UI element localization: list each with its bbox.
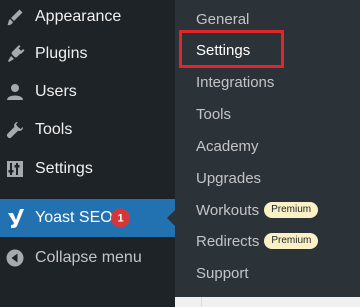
- menu-item-yoast-seo[interactable]: Yoast SEO 1: [0, 199, 175, 237]
- submenu-item-label: Tools: [196, 105, 232, 123]
- submenu-item-workouts[interactable]: Workouts Premium: [196, 197, 319, 223]
- menu-item-tools[interactable]: Tools: [0, 113, 175, 147]
- users-icon: [5, 82, 25, 102]
- yoast-icon: [5, 208, 25, 228]
- submenu-item-label: Workouts: [196, 201, 260, 219]
- submenu-item-integrations[interactable]: Integrations: [196, 69, 274, 95]
- submenu-item-label: General: [196, 10, 250, 28]
- submenu-item-tools[interactable]: Tools: [196, 101, 231, 127]
- menu-item-label: Settings: [35, 160, 93, 177]
- submenu-pointer: [167, 210, 175, 226]
- menu-item-settings[interactable]: Settings: [0, 152, 175, 186]
- premium-badge: Premium: [264, 202, 319, 218]
- yoast-submenu: General Settings Integrations Tools Acad…: [175, 0, 360, 307]
- submenu-item-support[interactable]: Support: [196, 260, 249, 286]
- collapse-menu-button[interactable]: Collapse menu: [0, 241, 175, 275]
- menu-item-users[interactable]: Users: [0, 75, 175, 109]
- menu-item-label: Tools: [35, 121, 73, 138]
- admin-sidebar-menu: Appearance Plugins Users Tools Settings …: [0, 0, 175, 307]
- submenu-item-redirects[interactable]: Redirects Premium: [196, 228, 319, 254]
- notification-badge: 1: [111, 208, 130, 228]
- submenu-item-label: Settings: [196, 41, 251, 59]
- submenu-item-academy[interactable]: Academy: [196, 133, 259, 159]
- submenu-item-label: Redirects: [196, 232, 260, 250]
- settings-icon: [5, 159, 25, 179]
- menu-item-label: Appearance: [35, 8, 122, 25]
- menu-item-appearance[interactable]: Appearance: [0, 0, 175, 34]
- paintbrush-icon: [5, 7, 25, 27]
- premium-badge: Premium: [264, 233, 319, 249]
- menu-item-label: Users: [35, 83, 77, 100]
- submenu-item-label: Support: [196, 264, 249, 282]
- menu-item-plugins[interactable]: Plugins: [0, 37, 175, 71]
- menu-item-label: Collapse menu: [35, 249, 142, 266]
- submenu-item-label: Integrations: [196, 73, 275, 91]
- submenu-item-settings[interactable]: Settings: [196, 37, 250, 63]
- content-area-edge: [175, 297, 360, 307]
- submenu-item-label: Academy: [196, 137, 259, 155]
- menu-item-label: Plugins: [35, 45, 88, 62]
- submenu-item-upgrades[interactable]: Upgrades: [196, 165, 261, 191]
- wrench-icon: [5, 120, 25, 140]
- plugin-icon: [5, 44, 25, 64]
- menu-item-label: Yoast SEO: [35, 209, 113, 226]
- collapse-icon: [5, 248, 25, 268]
- submenu-item-general[interactable]: General: [196, 6, 249, 32]
- submenu-item-label: Upgrades: [196, 169, 262, 187]
